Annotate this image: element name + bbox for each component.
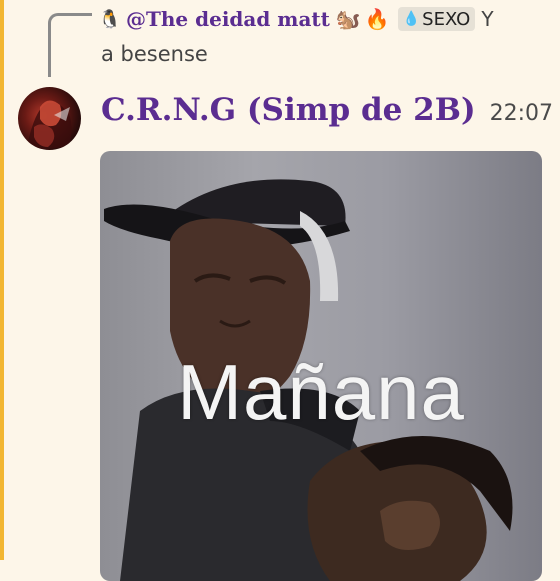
reply-preview[interactable]: 🐧 @The deidad matt 🐿️ 🔥 💧 SEXO Y (99, 2, 494, 36)
penguin-icon: 🐧 (98, 8, 122, 30)
drop-icon: 💧 (402, 11, 421, 27)
avatar[interactable] (18, 87, 81, 150)
meme-caption: Mañana (177, 348, 465, 436)
reply-author-name[interactable]: @The deidad matt (126, 7, 330, 31)
username[interactable]: C.R.N.G (Simp de 2B) (101, 92, 476, 128)
squirrel-icon: 🐿️ (335, 7, 361, 31)
image-attachment[interactable]: Mañana (100, 151, 542, 581)
fire-icon: 🔥 (364, 7, 390, 31)
role-tag-label: SEXO (422, 8, 471, 30)
avatar-image (28, 100, 72, 150)
reply-text-line1: Y (481, 7, 494, 31)
reply-connector-line (48, 13, 92, 77)
message-header: C.R.N.G (Simp de 2B) 22:07 (101, 92, 553, 136)
highlight-accent-bar (0, 0, 4, 560)
role-tag[interactable]: 💧 SEXO (397, 7, 476, 31)
reply-text-line2: a besense (101, 42, 208, 66)
timestamp: 22:07 (489, 101, 554, 126)
